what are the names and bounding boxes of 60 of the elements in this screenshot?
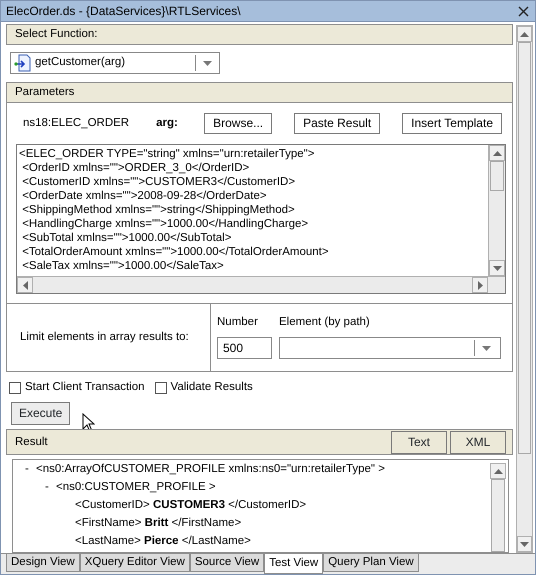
- section-title: Result: [15, 434, 48, 450]
- down-arrow-icon: [520, 542, 529, 546]
- checkbox[interactable]: Validate Results: [154, 379, 253, 396]
- scrollbar[interactable]: [17, 276, 505, 293]
- code-line: <TotalOrderAmount xmlns="">1000.00</TotalOrderAmount>: [21, 245, 330, 259]
- up-arrow-icon: [492, 150, 502, 156]
- field-label: Number: [217, 315, 259, 330]
- limit-label: Limit elements in array results to:: [20, 330, 189, 345]
- tree-label: <CustomerID> CUSTOMER3 </CustomerID>: [75, 498, 306, 514]
- action-button[interactable]: Paste Result: [294, 113, 380, 134]
- left-arrow-icon: [22, 280, 28, 290]
- view-button[interactable]: XML: [450, 430, 506, 454]
- tree-label: <FirstName> Britt </FirstName>: [75, 516, 242, 532]
- scrollbar[interactable]: [488, 145, 505, 276]
- scroll-thumb[interactable]: [518, 42, 531, 454]
- tree-label: <ns0:ArrayOfCUSTOMER_PROFILE xmlns:ns0="urn:retailerType" >: [36, 462, 385, 478]
- action-button[interactable]: Insert Template: [402, 113, 502, 134]
- checkbox[interactable]: Start Client Transaction: [9, 379, 145, 396]
- code-line: <OrderID xmlns="">ORDER_3_0</OrderID>: [21, 161, 250, 175]
- code-line: <HandlingCharge xmlns="">1000.00</HandlingCharge>: [21, 217, 310, 231]
- function-dropdown[interactable]: getCustomer(arg): [10, 52, 220, 74]
- close-icon[interactable]: [518, 6, 529, 16]
- code-line: <CustomerID xmlns="">CUSTOMER3</CustomerID>: [21, 175, 296, 189]
- view-tab[interactable]: Test View: [264, 554, 324, 574]
- up-arrow-icon: [520, 32, 529, 36]
- section-title: Select Function:: [15, 26, 98, 42]
- view-button[interactable]: Text: [391, 430, 447, 454]
- section-title: Parameters: [15, 84, 74, 100]
- dropdown-icon: [203, 60, 212, 66]
- scrollbar[interactable]: [516, 25, 533, 553]
- tree-label: <ns0:CUSTOMER_PROFILE >: [56, 480, 216, 496]
- up-arrow-icon: [494, 468, 502, 474]
- scroll-thumb[interactable]: [491, 479, 505, 552]
- element-dropdown[interactable]: [279, 337, 501, 360]
- view-tab[interactable]: Query Plan View: [323, 554, 419, 572]
- number-field[interactable]: 500: [217, 337, 272, 360]
- action-button[interactable]: Browse...: [204, 113, 272, 134]
- code-line: <OrderDate xmlns="">2008-09-28</OrderDate>: [21, 189, 268, 203]
- execute-button[interactable]: Execute: [11, 402, 70, 426]
- parameter-label: arg:: [156, 116, 178, 131]
- code-line: <ELEC_ORDER TYPE="string" xmlns="urn:retailerType">: [19, 147, 316, 161]
- function-name: getCustomer(arg): [35, 55, 126, 70]
- code-line: <ShippingMethod xmlns="">string</ShippingMethod>: [21, 203, 296, 217]
- parameter-type: ns18:ELEC_ORDER: [23, 116, 130, 131]
- view-tab[interactable]: Source View: [190, 554, 264, 572]
- field-label: Element (by path): [279, 315, 371, 330]
- view-tab[interactable]: XQuery Editor View: [80, 554, 190, 572]
- function-icon: [14, 54, 32, 72]
- scroll-thumb[interactable]: [490, 161, 504, 191]
- tree-toggle[interactable]: -: [45, 478, 56, 496]
- code-line: <SaleTax xmlns="">1000.00</SaleTax>: [21, 259, 225, 273]
- right-arrow-icon: [478, 280, 482, 290]
- down-arrow-icon: [492, 266, 502, 270]
- tree-toggle[interactable]: -: [25, 460, 36, 478]
- dropdown-icon: [482, 346, 491, 351]
- tree-label: <LastName> Pierce </LastName>: [75, 534, 251, 550]
- window-title: ElecOrder.ds - {DataServices}\RTLServices\: [6, 3, 241, 20]
- view-tab[interactable]: Design View: [6, 554, 80, 572]
- code-line: <SubTotal xmlns="">1000.00</SubTotal>: [21, 231, 232, 245]
- field-value: 500: [223, 340, 244, 358]
